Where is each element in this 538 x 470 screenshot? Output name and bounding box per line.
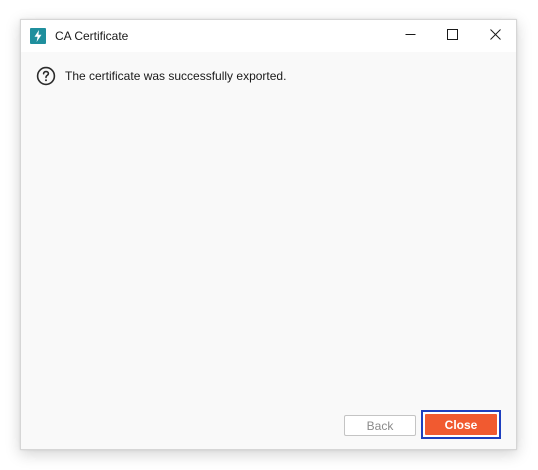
title-bar[interactable]: CA Certificate: [21, 20, 516, 52]
maximize-icon: [446, 27, 458, 45]
lightning-app-icon: [30, 28, 46, 44]
back-button[interactable]: Back: [344, 415, 416, 436]
ca-certificate-dialog: CA Certificate The certificate was succe…: [20, 19, 517, 450]
window-close-button[interactable]: [473, 20, 517, 52]
minimize-icon: [405, 27, 416, 45]
minimize-button[interactable]: [388, 20, 432, 52]
close-icon: [489, 27, 501, 45]
close-button-focus-ring: Close: [421, 410, 501, 439]
message-row: The certificate was successfully exporte…: [36, 66, 286, 86]
window-title: CA Certificate: [55, 29, 129, 43]
status-message: The certificate was successfully exporte…: [65, 69, 287, 83]
close-button[interactable]: Close: [425, 414, 497, 435]
question-circle-icon: [36, 66, 56, 86]
maximize-button[interactable]: [430, 20, 474, 52]
